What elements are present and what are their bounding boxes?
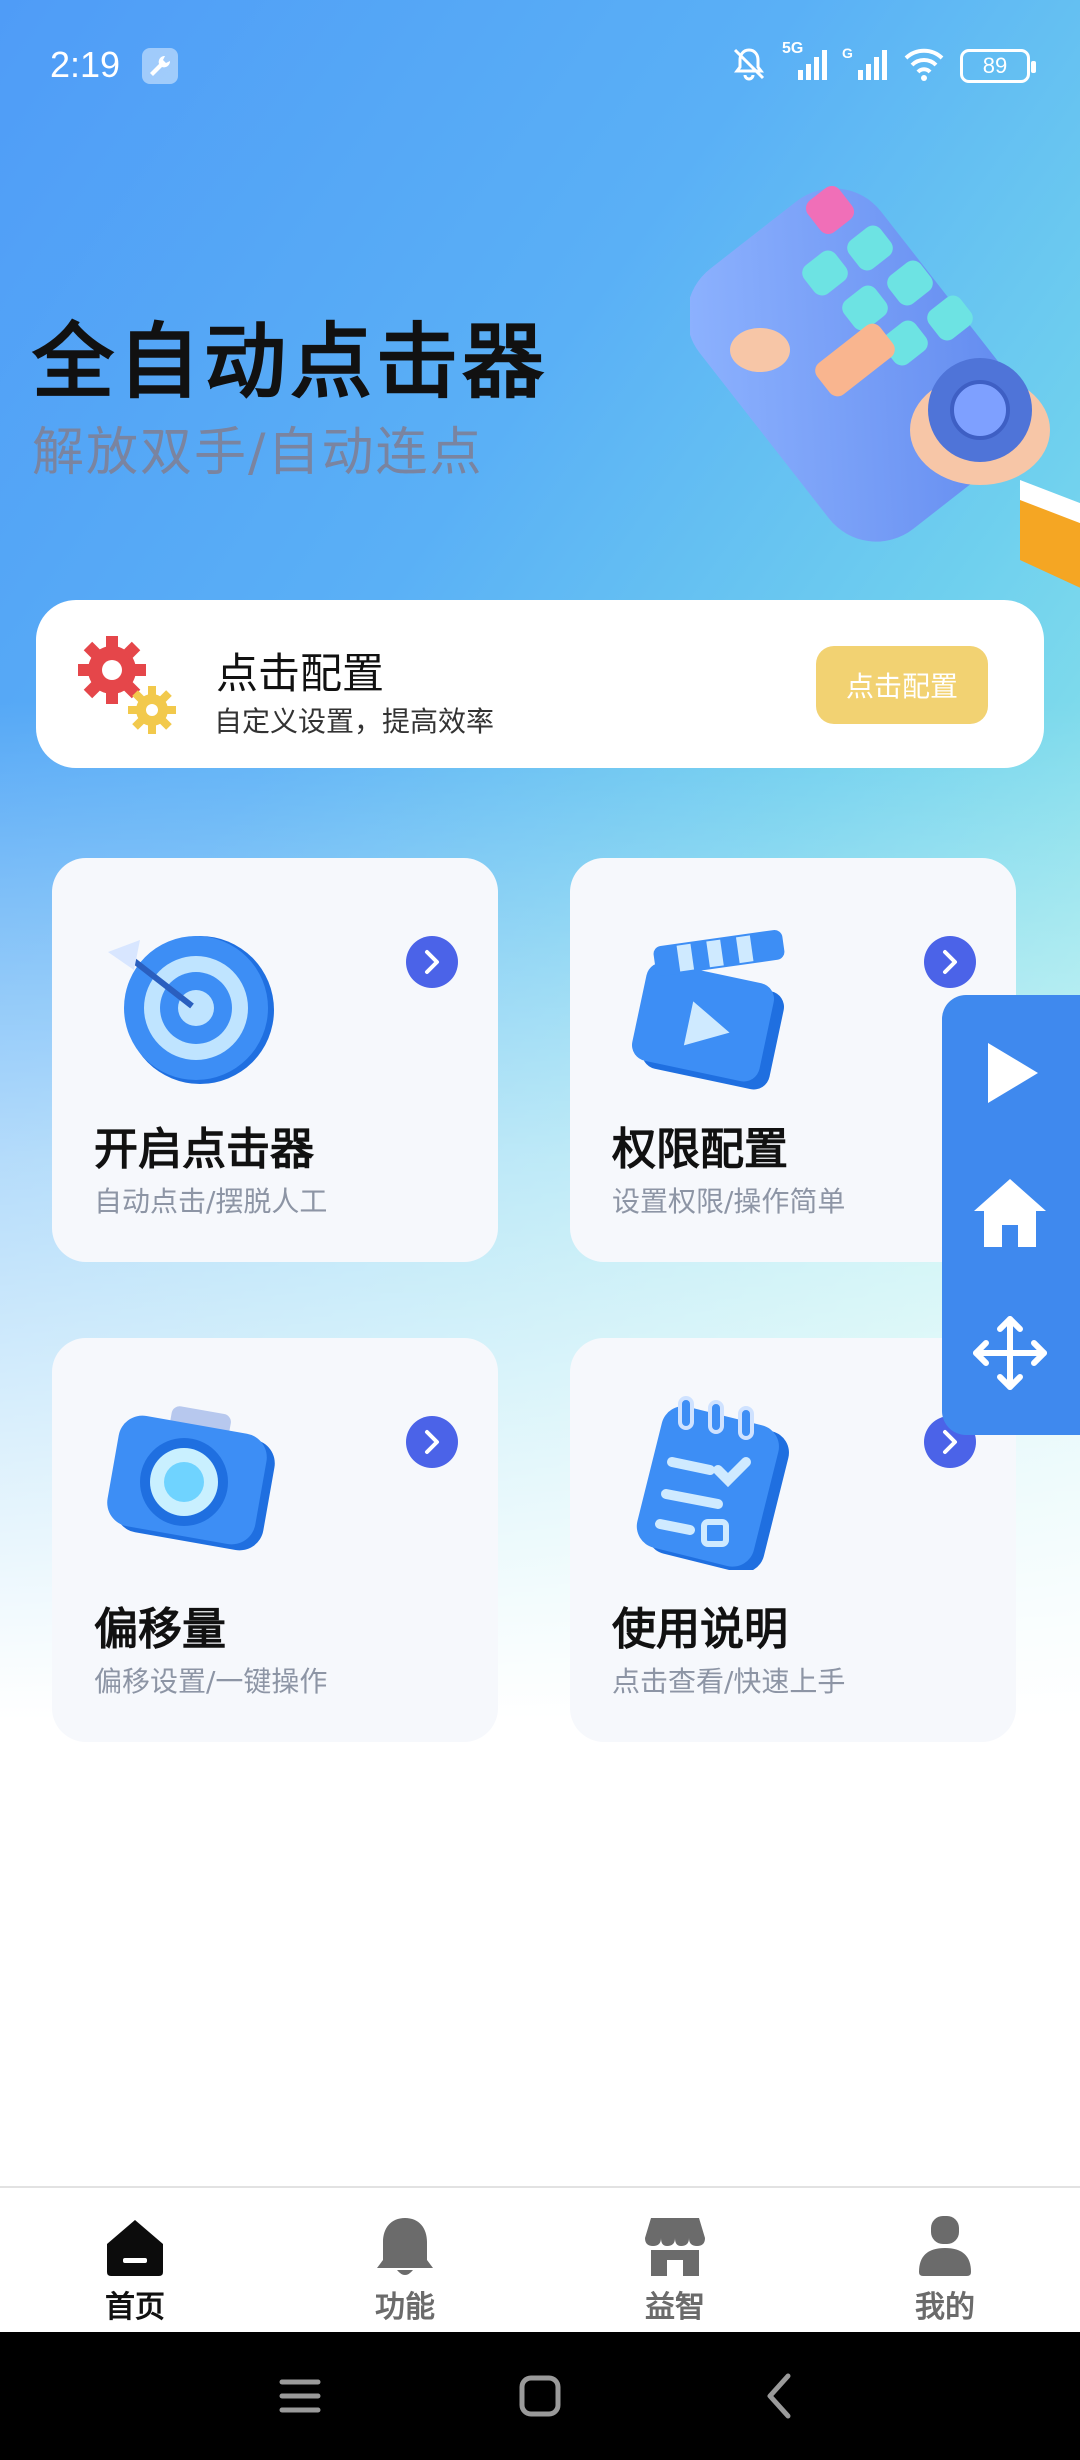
floating-control-panel[interactable]: [942, 995, 1080, 1435]
wifi-icon: [902, 46, 946, 86]
home-tab-icon: [103, 2214, 167, 2278]
feature-title: 权限配置: [612, 1124, 788, 1175]
battery-level: 89: [982, 53, 1008, 78]
battery-indicator: 89: [960, 49, 1036, 83]
nav-label: 功能: [375, 2290, 435, 2325]
nav-home[interactable]: 首页: [0, 2188, 270, 2334]
move-icon[interactable]: [970, 1313, 1050, 1393]
feature-subtitle: 自动点击/摆脱人工: [94, 1185, 328, 1218]
camera-icon: [100, 1390, 280, 1570]
config-button[interactable]: 点击配置: [816, 646, 988, 724]
feature-title: 使用说明: [612, 1604, 788, 1655]
cellular-signal-2-icon: G: [842, 45, 888, 86]
nav-label: 首页: [105, 2290, 165, 2325]
back-icon[interactable]: [750, 2366, 810, 2426]
play-icon[interactable]: [970, 1033, 1050, 1113]
nav-puzzle[interactable]: 益智: [540, 2188, 810, 2334]
user-icon: [913, 2214, 977, 2278]
feature-title: 偏移量: [94, 1604, 226, 1655]
network-label: 5G: [782, 40, 804, 57]
feature-card-start-clicker[interactable]: 开启点击器 自动点击/摆脱人工: [52, 858, 498, 1262]
svg-text:G: G: [842, 46, 853, 61]
feature-subtitle: 设置权限/操作简单: [612, 1185, 846, 1218]
bottom-nav: 首页 功能 益智 我的: [0, 2186, 1080, 2332]
home-icon[interactable]: [970, 1173, 1050, 1253]
nav-label: 我的: [915, 2290, 975, 2325]
checklist-icon: [618, 1390, 798, 1573]
store-icon: [643, 2214, 707, 2278]
bell-icon: [373, 2214, 437, 2278]
config-card[interactable]: 点击配置 自定义设置，提高效率 点击配置: [36, 600, 1044, 768]
mute-bell-icon: [730, 45, 768, 87]
hero-subtitle: 解放双手/自动连点: [32, 423, 484, 483]
feature-title: 开启点击器: [94, 1124, 314, 1175]
nav-label: 益智: [645, 2290, 705, 2325]
gears-icon: [72, 630, 182, 740]
remote-control-illustration: [687, 160, 1080, 590]
feature-subtitle: 点击查看/快速上手: [612, 1665, 846, 1698]
status-bar: 2:19 5G G 89: [0, 0, 1080, 130]
status-time: 2:19: [50, 44, 121, 85]
square-home-icon[interactable]: [510, 2366, 570, 2426]
target-icon: [100, 910, 280, 1090]
feature-card-offset[interactable]: 偏移量 偏移设置/一键操作: [52, 1338, 498, 1742]
nav-functions[interactable]: 功能: [270, 2188, 540, 2334]
chevron-right-icon[interactable]: [406, 1416, 458, 1468]
config-title: 点击配置: [216, 649, 385, 698]
hero-title: 全自动点击器: [32, 315, 549, 410]
nav-profile[interactable]: 我的: [810, 2188, 1080, 2334]
menu-icon[interactable]: [270, 2366, 330, 2426]
chevron-right-icon[interactable]: [406, 936, 458, 988]
status-icons: 5G G 89: [730, 40, 1036, 87]
system-nav-bar: [0, 2332, 1080, 2460]
wrench-icon: [142, 48, 178, 84]
config-subtitle: 自定义设置，提高效率: [214, 705, 495, 738]
clapperboard-icon: [618, 910, 798, 1090]
chevron-right-icon[interactable]: [924, 936, 976, 988]
feature-subtitle: 偏移设置/一键操作: [94, 1665, 328, 1698]
cellular-signal-icon: 5G: [782, 40, 828, 86]
